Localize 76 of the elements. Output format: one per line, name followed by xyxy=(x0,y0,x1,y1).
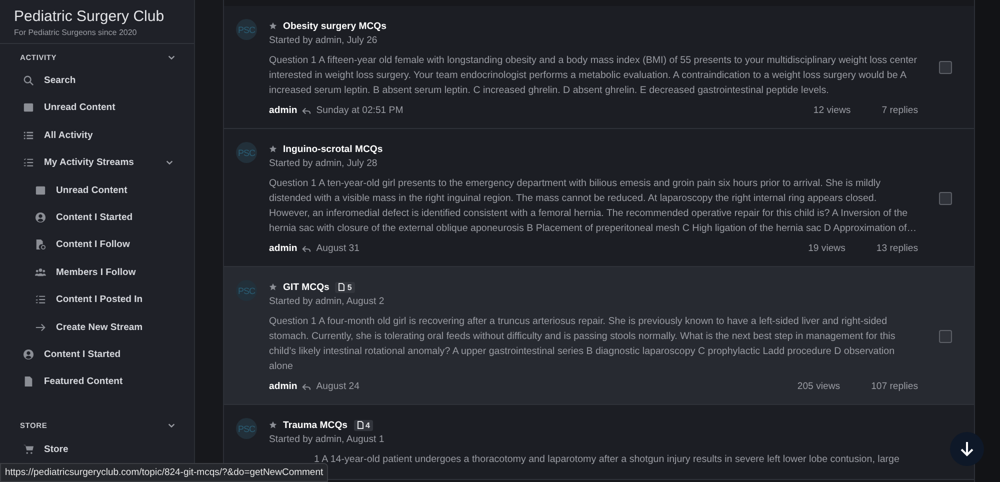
file-icon xyxy=(35,239,46,250)
site-title[interactable]: Pediatric Surgery Club xyxy=(14,8,180,25)
checkbox[interactable] xyxy=(938,192,952,204)
sidebar-item[interactable]: Featured Content xyxy=(0,371,194,392)
topic-excerpt: Question 1 A four-month old girl is recovering after a truncus arteriosus repair. She is previously known to have a left-sided liver and right-sided stomach. Currently, she is tolerating oral feeds without difficulty and is passing stools normally. What is the next best step in management for this child’s likely intestinal rotational anomaly? A upper gastrointestinal series B diagnostic laparoscopy C prophylactic Ladd procedure D observation alone xyxy=(269,315,896,374)
sidebar-item[interactable]: All Activity xyxy=(0,124,194,146)
arrow-down-icon xyxy=(960,441,974,457)
status-bar-url: https://pediatricsurgeryclub.com/topic/824-git-mcqs/?&do=getNewComment xyxy=(0,463,328,482)
newspaper-icon xyxy=(35,184,46,196)
last-poster[interactable]: admin xyxy=(269,381,298,392)
views-count: 19 views xyxy=(808,243,846,254)
user-icon xyxy=(35,212,46,223)
users-icon xyxy=(35,266,46,278)
star-icon xyxy=(269,283,277,291)
star-icon xyxy=(269,145,277,153)
avatar: PSC xyxy=(236,418,257,439)
topic-byline: Started by admin, August 2 xyxy=(269,296,386,307)
replies-count: 107 replies xyxy=(871,381,918,392)
attachment-count: 5 xyxy=(347,282,352,292)
topic-row[interactable] xyxy=(224,267,974,405)
reply-icon xyxy=(302,382,312,390)
last-post-date: August 24 xyxy=(316,381,360,392)
avatar: PSC xyxy=(236,142,257,163)
sidebar-item[interactable]: Store xyxy=(0,438,194,460)
user-icon xyxy=(23,348,34,360)
newspaper-icon xyxy=(23,102,34,114)
sidebar-item[interactable]: Content I Started xyxy=(0,344,194,365)
last-post-date: Sunday at 02:51 PM xyxy=(316,105,404,116)
last-poster[interactable]: admin xyxy=(269,105,298,116)
arrow-right-icon xyxy=(35,322,46,333)
chevron-icon[interactable] xyxy=(167,421,176,430)
sidebar-item[interactable]: Members I Follow xyxy=(0,262,194,283)
topic-excerpt: Question 1 A ten-year-old girl presents to the emergency department with bilious emesis and groin pain six hours prior to arrival. She is mildly distended with a visible mass in the right inguinal region. The mass cannot be reduced. At laparoscopy the right internal ring appears closed. However, an inferomedial defect is identified consistent with a femoral hernia. The recommended operative repair for this child is? A Inversion of the hernia sac with closure of the external oblique aponeurosis B Placement of preperitoneal mesh C High ligation of the hernia sac D Approximation of… xyxy=(269,177,918,236)
topic-row[interactable] xyxy=(224,129,974,267)
file-icon xyxy=(356,421,364,429)
site-tagline: For Pediatric Surgeons since 2020 xyxy=(14,28,138,37)
search-icon xyxy=(23,75,34,86)
star-icon xyxy=(269,421,277,429)
avatar: PSC xyxy=(236,280,257,301)
sidebar-item[interactable]: Content I Started xyxy=(0,206,194,228)
topic-title[interactable]: GIT MCQs xyxy=(283,282,330,292)
replies-count: 13 replies xyxy=(876,243,918,254)
checkbox[interactable] xyxy=(938,61,952,74)
sidebar-item[interactable]: My Activity Streams xyxy=(0,152,194,174)
file-icon xyxy=(338,283,346,291)
checklist-icon xyxy=(23,157,34,168)
sidebar-item[interactable]: Content I Follow xyxy=(0,234,194,256)
reply-icon xyxy=(302,106,312,114)
topic-byline: Started by admin, July 28 xyxy=(269,158,378,169)
topic-byline: Started by admin, August 1 xyxy=(269,434,386,445)
topic-row[interactable] xyxy=(224,6,974,129)
cart-icon xyxy=(23,444,34,455)
sidebar-item[interactable]: Create New Stream xyxy=(0,316,194,338)
sidebar-item[interactable]: Content I Posted In xyxy=(0,289,194,310)
sidebar-item[interactable]: Unread Content xyxy=(0,180,194,201)
last-post-date: August 31 xyxy=(316,243,360,254)
last-poster[interactable]: admin xyxy=(269,243,298,254)
chevron-icon[interactable] xyxy=(165,158,174,168)
replies-count: 7 replies xyxy=(882,105,918,116)
views-count: 205 views xyxy=(797,381,840,392)
sidebar-item[interactable]: Unread Content xyxy=(0,97,194,118)
avatar: PSC xyxy=(236,19,257,40)
attachment-count: 4 xyxy=(366,420,370,430)
sidebar-item[interactable]: Search xyxy=(0,70,194,91)
reply-icon xyxy=(302,244,312,252)
topic-title[interactable]: Obesity surgery MCQs xyxy=(283,20,386,32)
topic-excerpt: Question 1 A fifteen-year old female with longstanding obesity and a body mass index (BMI) of 55 presents to your multidisciplinary weight loss center interested in weight loss surgery. Your team endocrinologist performs a metabolic evaluation. A contraindication to a weight loss surgery would be A increased serum leptin. B absent serum leptin. C increased ghrelin. D absent ghrelin. E decreased gastrointestinal peptide levels. xyxy=(269,54,918,98)
views-count: 12 views xyxy=(813,105,851,116)
document-icon xyxy=(23,376,34,388)
topic-byline: Started by admin, July 26 xyxy=(269,35,378,46)
topic-title[interactable]: Inguino-scrotal MCQs xyxy=(283,144,383,154)
checkbox[interactable] xyxy=(938,330,952,342)
checklist-icon xyxy=(35,294,46,306)
list-icon xyxy=(23,130,34,141)
star-icon xyxy=(269,22,277,30)
topic-title[interactable]: Trauma MCQs xyxy=(283,420,348,430)
